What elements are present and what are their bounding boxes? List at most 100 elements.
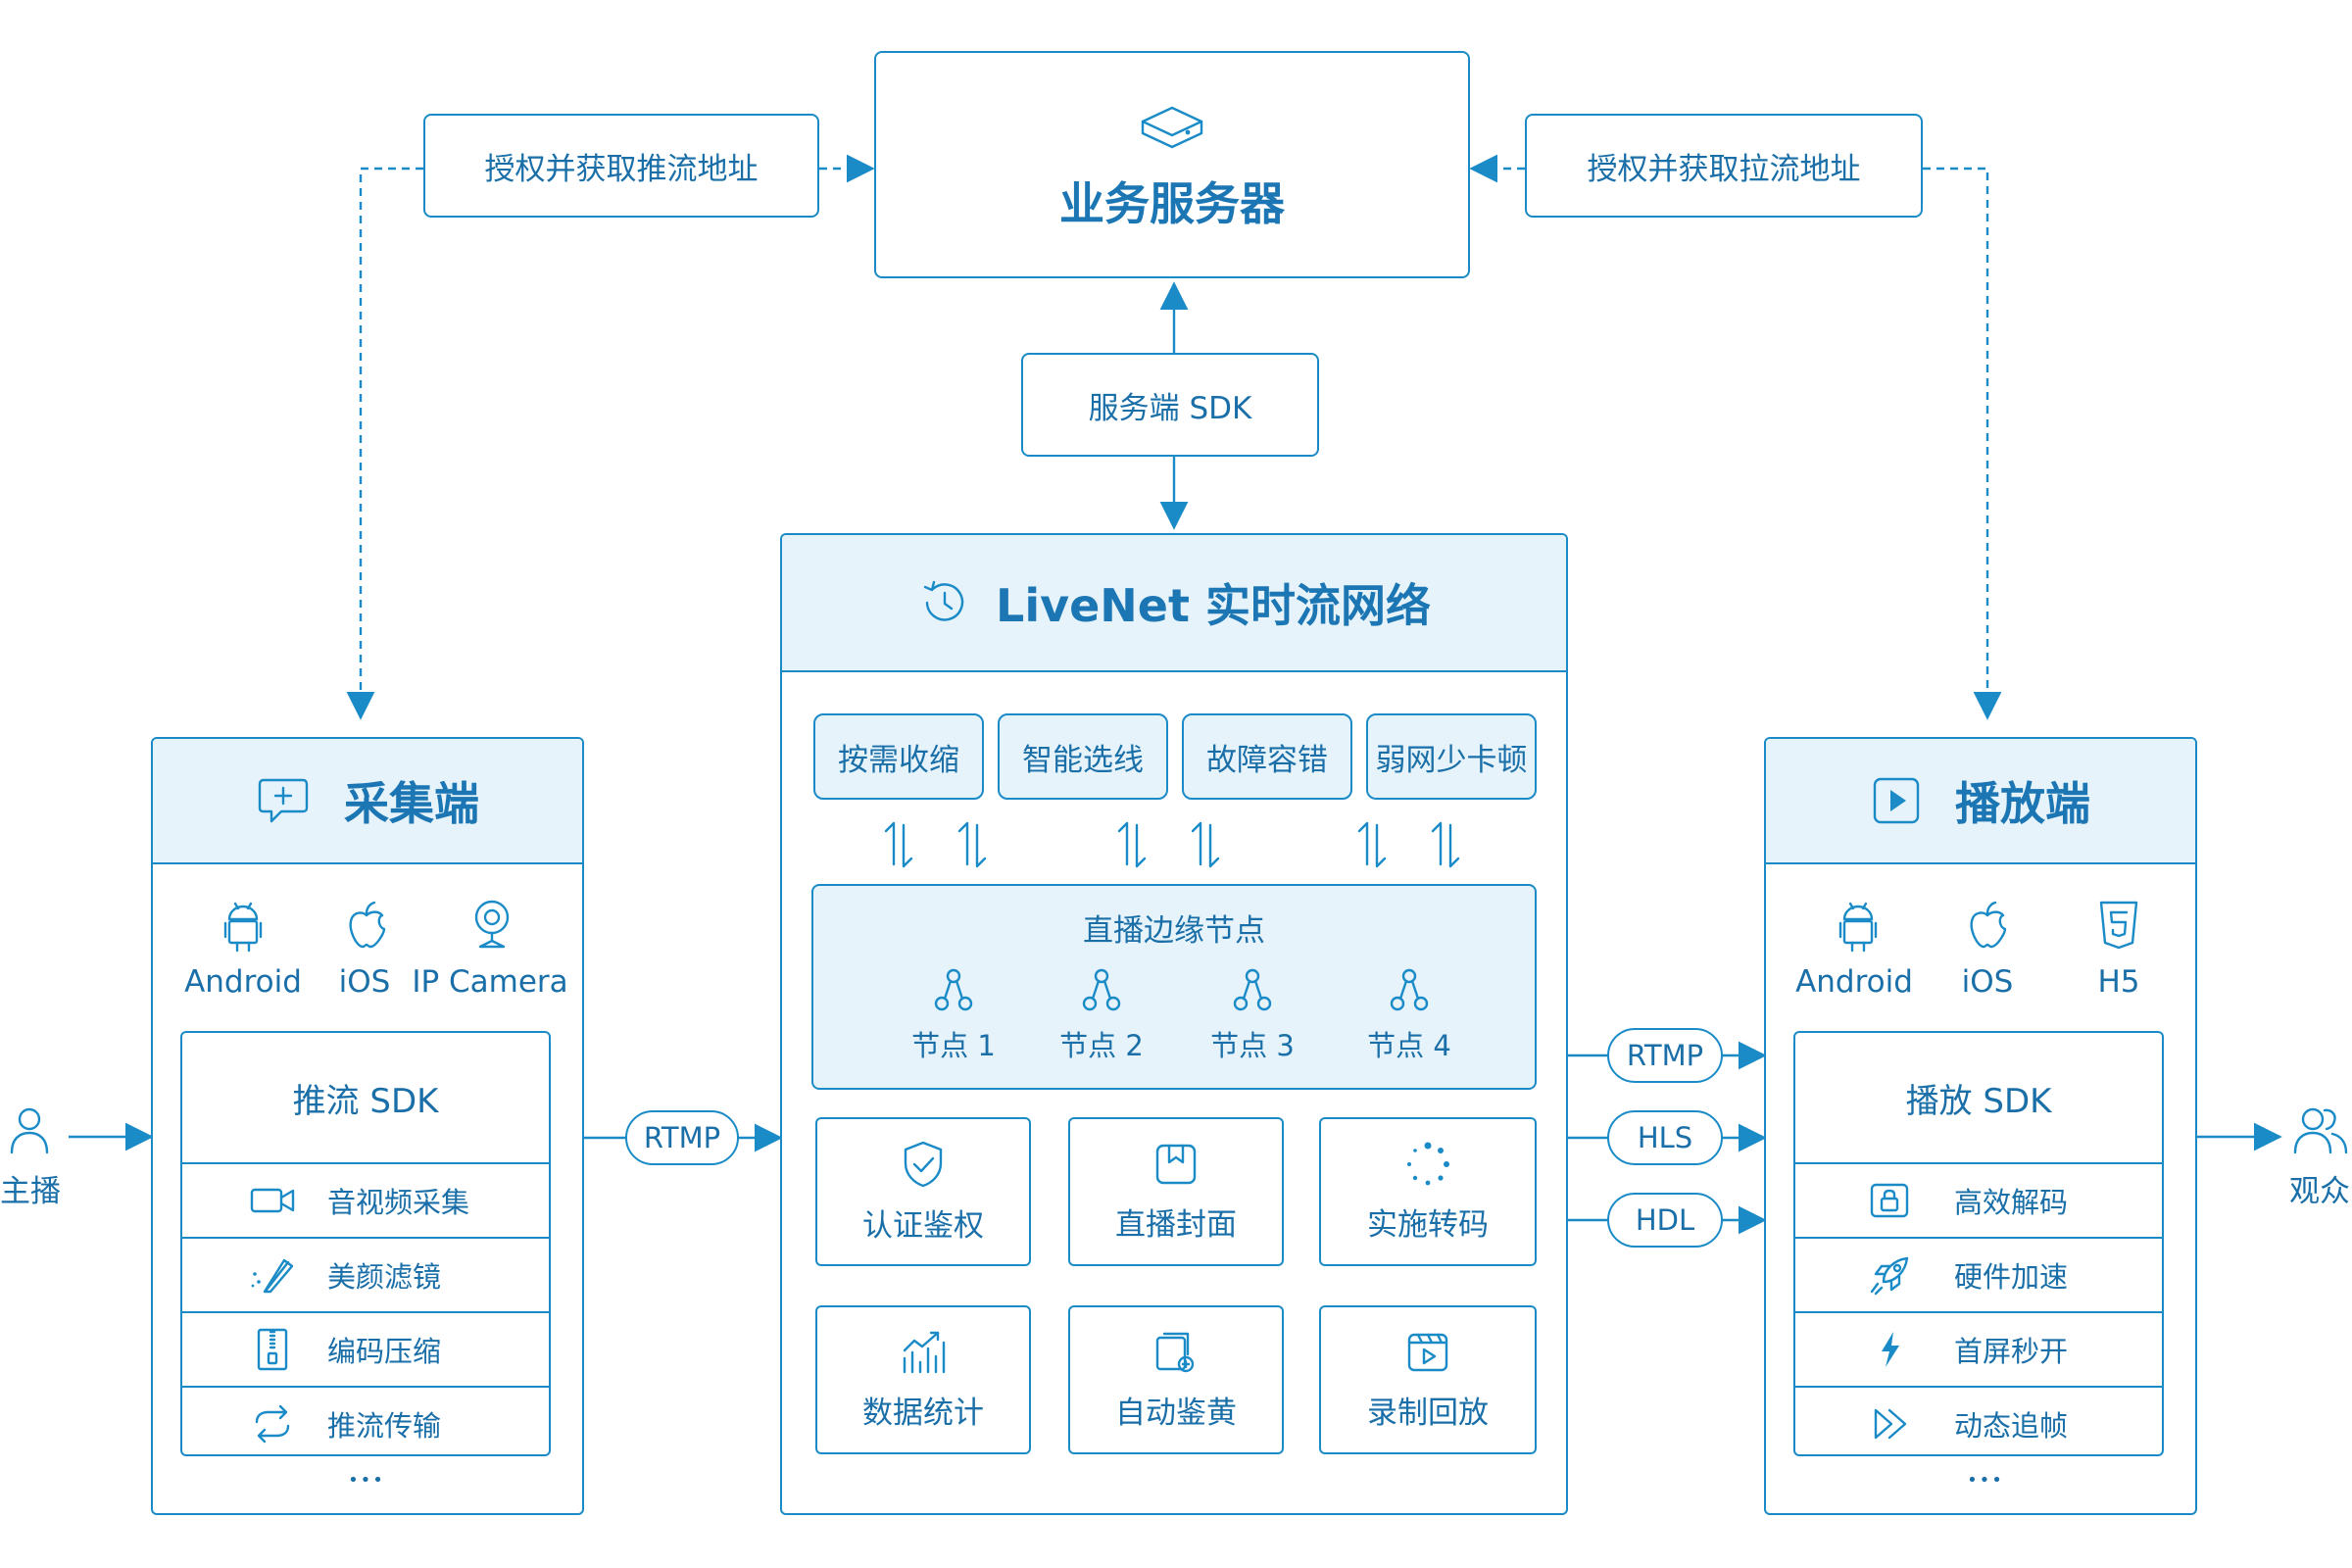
service-moderation: 自动鉴黄: [1068, 1305, 1284, 1454]
play-sdk-row-decode-label: 高效解码: [1954, 1186, 2069, 1219]
capture-title: 采集端: [344, 777, 479, 830]
play-sdk-title: 播放 SDK: [1905, 1081, 2052, 1121]
player-header: 播放端: [1766, 739, 2195, 864]
capture-platform-android: Android: [184, 964, 302, 1000]
bookmark-card-icon: [1155, 1144, 1197, 1184]
feature-smart-routing: 智能选线: [998, 713, 1168, 800]
capture-apple-icon: [349, 901, 386, 949]
service-recording: 录制回放: [1319, 1305, 1537, 1454]
rocket-icon: [1870, 1256, 1909, 1296]
capture-android-icon: [223, 902, 263, 953]
server-icon: [1141, 106, 1203, 149]
capture-header: 采集端: [153, 739, 582, 864]
feature-on-demand-scaling: 按需收缩: [813, 713, 984, 800]
lock-chip-icon: [1870, 1183, 1909, 1218]
service-transcode-label: 实施转码: [1367, 1206, 1489, 1243]
swap-icon-1: [884, 821, 913, 868]
chat-add-icon: [258, 778, 309, 823]
service-stats-label: 数据统计: [862, 1395, 984, 1431]
push-sdk-title: 推流 SDK: [292, 1081, 439, 1121]
livenet-title: LiveNet 实时流网络: [996, 579, 1431, 632]
service-moderation-label: 自动鉴黄: [1115, 1395, 1237, 1431]
play-sdk-row-decode: 高效解码: [1795, 1162, 2162, 1237]
swap-icon-3: [1117, 821, 1147, 868]
node-2-label: 节点 2: [1059, 1029, 1144, 1062]
swap-icon-2: [957, 821, 987, 868]
node-3-icon: [1233, 968, 1272, 1011]
capture-more-ellipsis: •••: [348, 1470, 385, 1491]
push-sdk-row-transmit: 推流传输: [182, 1386, 549, 1460]
service-transcode: 实施转码: [1319, 1117, 1537, 1266]
play-sdk-row-fast-start-label: 首屏秒开: [1954, 1335, 2069, 1368]
auth-pull-dashed-line: [1923, 167, 2002, 720]
auth-push-label: 授权并获取推流地址: [423, 114, 819, 218]
image-scan-icon: [1155, 1332, 1195, 1372]
service-auth-label: 认证鉴权: [862, 1207, 984, 1244]
player-platform-h5: H5: [2097, 964, 2140, 1000]
push-sdk-row-capture-label: 音视频采集: [327, 1186, 470, 1219]
video-camera-icon: [250, 1188, 295, 1213]
lightning-icon: [1882, 1332, 1899, 1367]
node-icons: [934, 968, 1429, 1011]
service-cover-label: 直播封面: [1115, 1206, 1237, 1243]
play-sdk-row-catchup: 动态追帧: [1795, 1386, 2162, 1460]
bar-chart-icon: [903, 1331, 946, 1373]
swap-arrows-icons: [884, 821, 1460, 868]
capture-webcam-icon: [474, 900, 510, 949]
play-square-icon: [1873, 777, 1920, 824]
audience-label: 观众: [2289, 1174, 2350, 1209]
push-sdk-row-beauty: 美颜滤镜: [182, 1237, 549, 1311]
pull-protocol-hls: HLS: [1607, 1110, 1723, 1165]
sync-arrows-icon: [255, 1404, 290, 1444]
node-4-icon: [1390, 968, 1429, 1011]
service-stats: 数据统计: [815, 1305, 1031, 1454]
loading-spinner-icon: [1407, 1142, 1449, 1185]
fast-forward-icon: [1874, 1408, 1907, 1440]
audience-users-icon: [2293, 1107, 2348, 1154]
service-recording-label: 录制回放: [1367, 1395, 1489, 1431]
business-server-title: 业务服务器: [1059, 177, 1285, 230]
feature-weak-network: 弱网少卡顿: [1366, 713, 1537, 800]
livenet-header: LiveNet 实时流网络: [782, 535, 1566, 672]
player-platform-android: Android: [1795, 964, 1913, 1000]
player-more-ellipsis: •••: [1967, 1470, 2004, 1491]
server-sdk-label: 服务端 SDK: [1021, 353, 1319, 457]
html5-icon: [2099, 901, 2138, 950]
node-2-icon: [1082, 968, 1121, 1011]
play-sdk-row-catchup-label: 动态追帧: [1954, 1409, 2069, 1443]
push-sdk-box: 推流 SDK 音视频采集 美颜滤镜 编码压缩 推流传输: [180, 1031, 551, 1456]
swap-icon-5: [1357, 821, 1387, 868]
pull-protocol-hdl: HDL: [1607, 1193, 1723, 1248]
auth-push-dashed-line: [346, 167, 423, 720]
shield-check-icon: [904, 1141, 943, 1187]
push-sdk-row-beauty-label: 美颜滤镜: [327, 1260, 442, 1294]
service-cover: 直播封面: [1068, 1117, 1284, 1266]
play-sdk-row-accel-label: 硬件加速: [1954, 1260, 2069, 1294]
player-title: 播放端: [1955, 777, 2090, 830]
history-icon: [923, 580, 964, 621]
push-sdk-row-capture: 音视频采集: [182, 1162, 549, 1237]
play-sdk-row-accel: 硬件加速: [1795, 1237, 2162, 1311]
feature-fault-tolerance: 故障容错: [1182, 713, 1352, 800]
host-user-icon: [10, 1107, 49, 1154]
magic-wand-icon: [251, 1258, 294, 1294]
play-sdk-row-fast-start: 首屏秒开: [1795, 1311, 2162, 1386]
zip-file-icon: [257, 1328, 288, 1371]
player-android-icon: [1838, 902, 1878, 953]
node-1-label: 节点 1: [911, 1029, 996, 1062]
video-playback-icon: [1407, 1333, 1448, 1371]
capture-platform-ios: iOS: [338, 964, 391, 1000]
host-label: 主播: [0, 1174, 61, 1209]
service-auth: 认证鉴权: [815, 1117, 1031, 1266]
auth-pull-label: 授权并获取拉流地址: [1525, 114, 1923, 218]
push-sdk-row-transmit-label: 推流传输: [327, 1409, 442, 1443]
push-protocol-rtmp: RTMP: [625, 1110, 739, 1165]
swap-icon-4: [1191, 821, 1220, 868]
push-sdk-row-encode: 编码压缩: [182, 1311, 549, 1386]
player-apple-icon: [1970, 901, 2007, 949]
node-4-label: 节点 4: [1367, 1029, 1451, 1062]
capture-platform-ipcamera: IP Camera: [412, 964, 568, 1000]
business-server-box: 业务服务器: [874, 51, 1470, 278]
play-sdk-box: 播放 SDK 高效解码 硬件加速 首屏秒开 动态追帧: [1793, 1031, 2164, 1456]
player-platform-ios: iOS: [1961, 964, 2014, 1000]
